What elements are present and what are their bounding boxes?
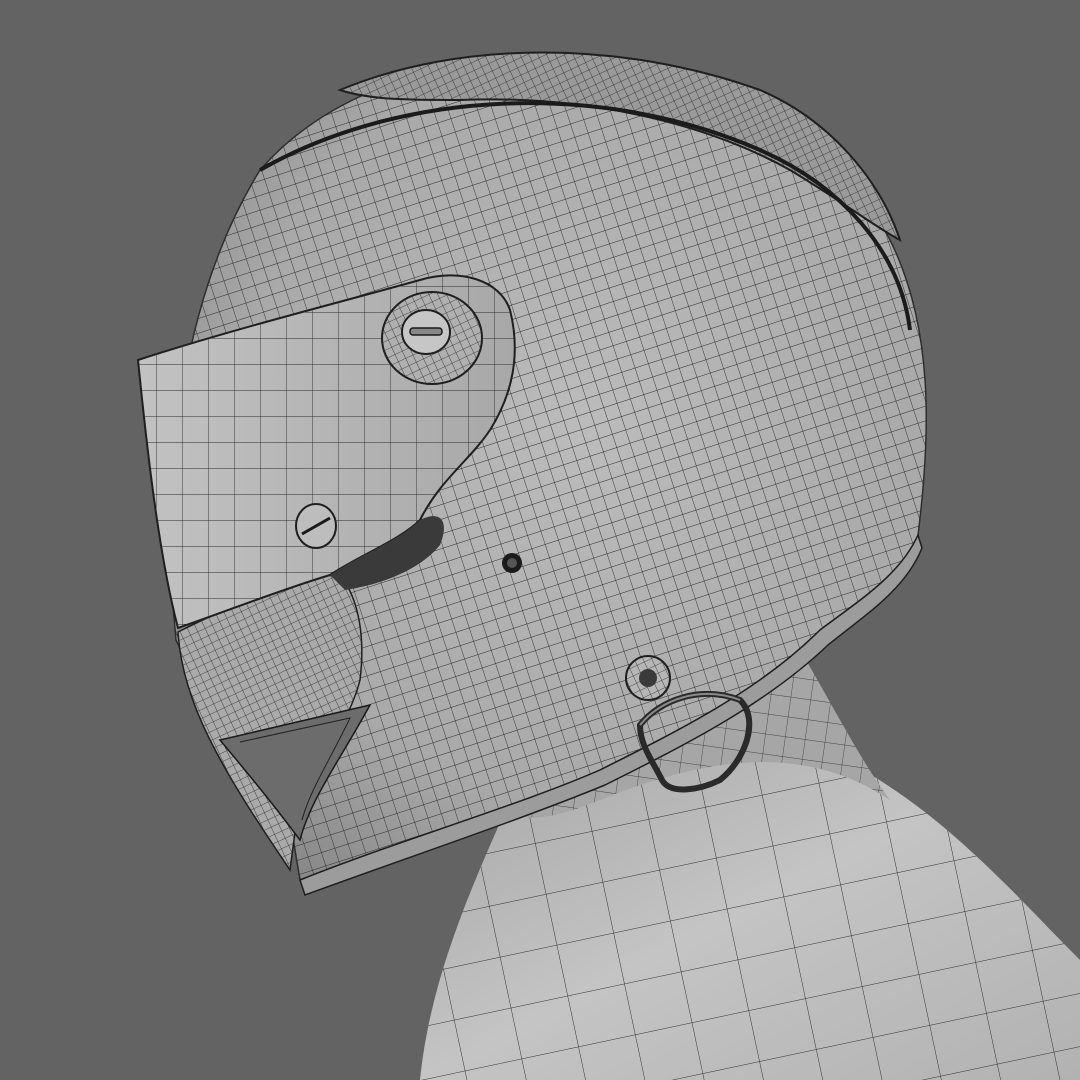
visor-screw [295, 503, 337, 549]
3d-viewport[interactable] [0, 0, 1080, 1080]
vent-hole [502, 553, 522, 573]
visor-pivot [381, 291, 483, 385]
strap-rivet [625, 655, 671, 701]
helmet-model-render [136, 51, 1080, 1080]
